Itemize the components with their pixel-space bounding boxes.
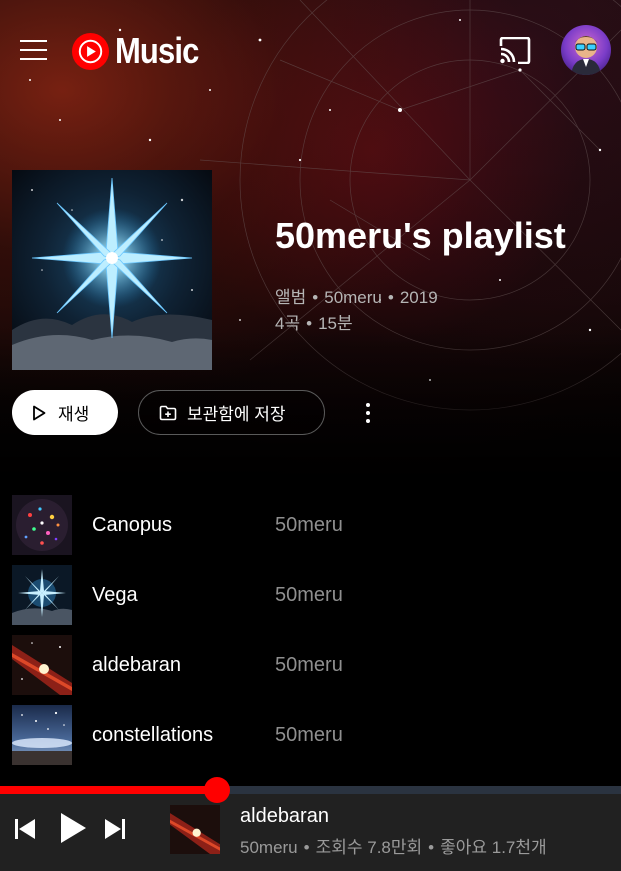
separator-dot: • [303,838,310,857]
youtube-music-logo-icon [71,32,110,70]
save-button-label: 보관함에 저장 [187,405,286,424]
play-button[interactable]: 재생 [12,390,118,435]
view-count: 조회수 7.8만회 [315,838,423,857]
track-thumbnail [12,565,72,625]
progress-bar[interactable] [0,777,621,803]
cast-icon[interactable] [499,37,531,64]
save-to-library-button[interactable]: 보관함에 저장 [138,390,325,435]
progress-knob[interactable] [204,777,231,803]
album-meta-line-2: 4곡 • 15분 [275,309,353,334]
album-type: 앨범 [275,288,307,307]
separator-dot: • [387,288,394,307]
library-add-icon [159,405,177,420]
avatar-image [561,25,611,75]
playlist-title: 50meru's playlist [275,215,566,256]
track-count: 4곡 [275,314,301,333]
track-artist[interactable]: 50meru [275,724,343,747]
track-artist[interactable]: 50meru [275,514,343,537]
track-title: constellations [92,724,214,746]
player-bar: aldebaran 50meru • 조회수 7.8만회 • 좋아요 1.7천개 [0,777,621,871]
avatar[interactable] [561,25,611,75]
track-artist[interactable]: 50meru [275,654,343,677]
track-thumbnail [12,635,72,695]
album-artist[interactable]: 50meru [324,288,382,307]
track-artist[interactable]: 50meru [275,584,343,607]
album-art [12,170,212,370]
now-playing-artist[interactable]: 50meru [240,838,298,857]
track-row[interactable]: Canopus 50meru [0,495,621,555]
previous-track-icon[interactable] [14,818,36,840]
play-icon[interactable] [59,812,87,844]
now-playing-thumbnail[interactable] [170,805,220,854]
album-year: 2019 [399,288,438,307]
separator-dot: • [428,838,435,857]
track-row[interactable]: constellations 50meru [0,705,621,765]
now-playing-title[interactable]: aldebaran [240,805,329,828]
track-thumbnail [12,495,72,555]
track-title: aldebaran [92,654,181,676]
separator-dot: • [306,314,313,333]
album-meta-line-1: 앨범 • 50meru • 2019 [275,283,438,308]
play-button-label: 재생 [58,405,90,424]
logo-text: Music [115,30,199,71]
youtube-music-logo[interactable]: Music [71,30,212,72]
track-thumbnail [12,705,72,765]
hamburger-menu-icon[interactable] [20,40,47,60]
track-row[interactable]: Vega 50meru [0,565,621,625]
next-track-icon[interactable] [104,818,126,840]
progress-fill [0,786,218,794]
separator-dot: • [312,288,319,307]
top-bar: Music [0,0,621,100]
track-row[interactable]: aldebaran 50meru [0,635,621,695]
track-title: Vega [92,584,138,606]
track-title: Canopus [92,514,173,536]
play-outline-icon [33,405,46,420]
album-duration: 15분 [318,314,353,333]
now-playing-meta: 50meru • 조회수 7.8만회 • 좋아요 1.7천개 [240,833,547,858]
more-options-icon[interactable] [356,398,380,428]
like-count: 좋아요 1.7천개 [440,838,547,857]
